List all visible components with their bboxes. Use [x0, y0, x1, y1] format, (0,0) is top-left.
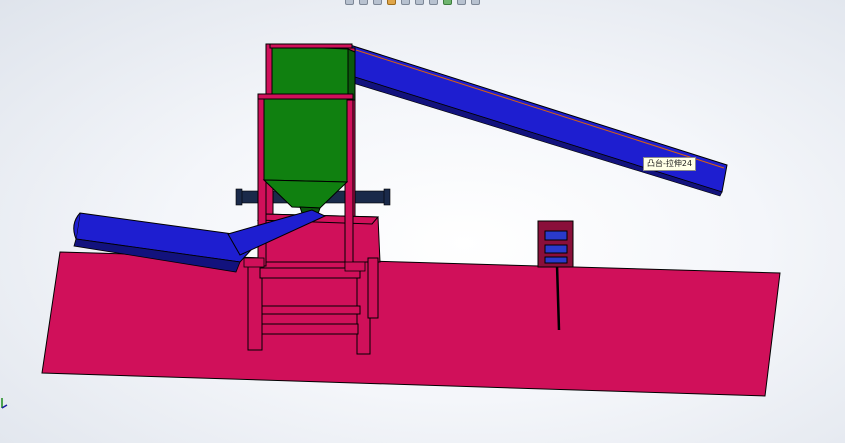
upper-conveyor[interactable]: [342, 44, 728, 197]
hopper-upper[interactable]: [271, 45, 356, 101]
control-display-bottom: [544, 256, 568, 264]
feature-tooltip: 凸台-拉伸24: [643, 157, 697, 171]
control-display-mid: [544, 244, 568, 254]
graphics-viewport[interactable]: 凸台-拉伸24: [0, 0, 845, 443]
reference-triad-icon: [1, 398, 8, 409]
base-plate[interactable]: [41, 251, 781, 397]
cad-model-scene[interactable]: [0, 0, 845, 443]
control-display-top: [544, 230, 568, 241]
